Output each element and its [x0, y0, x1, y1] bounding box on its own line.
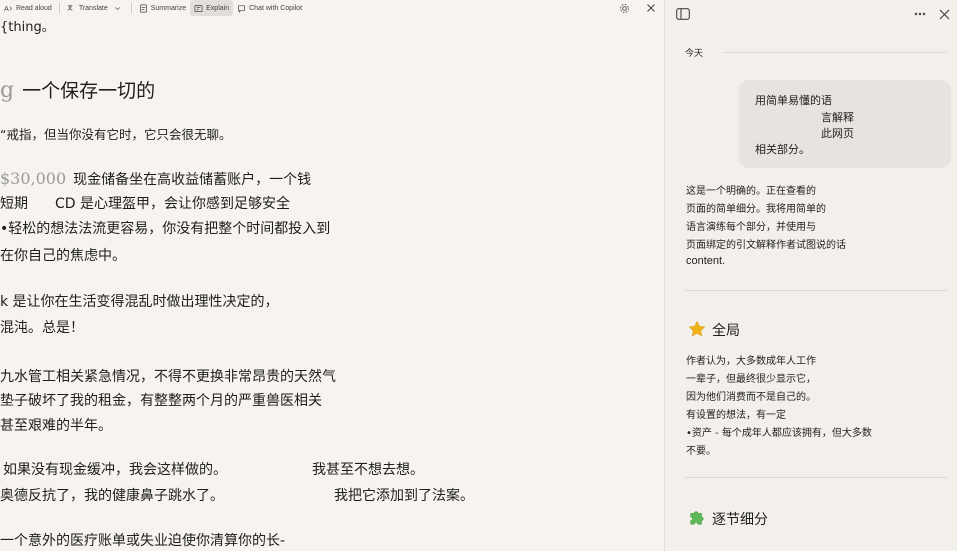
summarize-icon: [139, 4, 147, 12]
puzzle-icon: [690, 511, 704, 525]
section-body-text: 有设置的想法，有一定: [686, 410, 786, 421]
answer-text: 页面的简单细分。我将用简单的: [686, 204, 826, 215]
gear-icon: [620, 3, 629, 13]
explain-button[interactable]: Explain: [190, 0, 234, 16]
chat-icon: [238, 4, 246, 13]
user-message-line: 相关部分。: [755, 143, 810, 156]
svg-text:A: A: [4, 4, 9, 13]
sidebar-icon: [676, 8, 690, 20]
reader-close-button[interactable]: [646, 0, 656, 16]
settings-button[interactable]: [619, 0, 630, 16]
section-body-text: 一辈子，但最终很少显示它，: [686, 374, 816, 385]
read-aloud-icon: A: [4, 4, 12, 13]
more-icon: [914, 12, 926, 16]
summarize-label: Summarize: [150, 4, 187, 12]
article-text: 混沌。总是！: [0, 320, 84, 336]
user-message-line: 用简单易懂的语: [755, 94, 832, 107]
section-title-breakdown: 逐节细分: [712, 512, 768, 528]
date-separator-label: 今天: [685, 49, 704, 59]
answer-text: content.: [686, 255, 726, 267]
answer-text: 这是一个明确的。正在查看的: [686, 186, 816, 197]
chat-with-copilot-button[interactable]: Chat with Copilot: [233, 0, 306, 16]
article-text-part: 奥德反抗了，我的健康鼻子跳水了。: [0, 488, 224, 504]
article-text: 短期 CD 是心理盔甲，会让你感到足够安全: [0, 193, 290, 213]
close-icon: [647, 4, 655, 12]
section-divider: [685, 290, 947, 291]
toolbar-divider: [130, 3, 132, 13]
article-text: •轻松的想法法流更容易，你没有把整个时间都投入到: [0, 221, 331, 237]
answer-text: 语言演练每个部分，并使用与: [686, 222, 816, 233]
article-text-part: 短期: [0, 196, 28, 212]
user-message-line: 此网页: [821, 127, 854, 140]
copilot-panel: 今天 用简单易懂的语 言解释 此网页 相关部分。 这是一个明确的。正在查看的 页…: [665, 0, 957, 551]
reader-toolbar: A Read aloud Translate Summarize Explain…: [0, 0, 665, 16]
article-text-part: 我把它添加到了法案。: [334, 488, 474, 504]
answer-text: 页面绑定的引文解释作者试图说的话: [686, 240, 846, 251]
explain-label: Explain: [206, 4, 230, 12]
section-title-overview: 全局: [712, 323, 740, 339]
section-body-text: 作者认为，大多数成年人工作: [686, 356, 816, 367]
section-divider: [685, 477, 947, 478]
heading-text: 一个保存一切的: [22, 80, 156, 102]
user-message-bubble: 用简单易懂的语 言解释 此网页 相关部分。: [739, 80, 951, 168]
article-text: “戒指，但当你没有它时，它只会很无聊。: [0, 127, 232, 142]
article-text-part: 我甚至不想去想。: [312, 462, 424, 478]
article-text: 奥德反抗了，我的健康鼻子跳水了。 我把它添加到了法案。: [0, 485, 474, 505]
star-icon: [688, 320, 706, 337]
close-icon: [939, 9, 949, 19]
date-separator-line: [723, 52, 947, 53]
panel-close-button[interactable]: [937, 7, 951, 21]
explain-icon: [194, 4, 203, 12]
chevron-down-icon: [114, 6, 120, 10]
more-options-button[interactable]: [913, 7, 927, 21]
read-aloud-label: Read aloud: [16, 4, 52, 12]
article-text: 九水管工相关紧急情况，不得不更换非常昂贵的天然气: [0, 369, 336, 385]
translate-label: Translate: [78, 4, 108, 12]
section-body-text: 因为他们消费而不是自己的。: [686, 392, 816, 403]
user-message-line: 言解释: [821, 111, 854, 124]
amount-text: $30,000: [0, 169, 67, 188]
article-text-part: CD 是心理盔甲，会让你感到足够安全: [55, 196, 291, 212]
article-text: 一个意外的医疗账单或失业迫使你清算你的长-: [0, 533, 286, 549]
article-text: k 是让你在生活变得混乱时做出理性决定的，: [0, 294, 279, 310]
article-text: $30,000 现金储备坐在高收益储蓄账户，一个钱: [0, 169, 311, 189]
sidebar-toggle-button[interactable]: [676, 7, 690, 21]
chat-label: Chat with Copilot: [249, 4, 303, 12]
translate-button[interactable]: Translate: [63, 0, 128, 16]
article-text: 在你自己的焦虑中。: [0, 248, 126, 264]
section-body-text: •资产 - 每个成年人都应该拥有，但大多数: [686, 428, 872, 439]
article-text: 垫子破坏了我的租金，有整整两个月的严重兽医相关: [0, 393, 322, 409]
read-aloud-button[interactable]: A Read aloud: [0, 0, 56, 16]
article-text: {thing。: [0, 20, 55, 35]
article-text: 如果没有现金缓冲，我会这样做的。 我甚至不想去想。: [0, 459, 424, 479]
heading-prefix: g: [0, 78, 15, 103]
article-text-part: 现金储备坐在高收益储蓄账户，一个钱: [73, 172, 312, 188]
article-text: 甚至艰难的半年。: [0, 418, 112, 434]
reading-pane: A Read aloud Translate Summarize Explain…: [0, 0, 665, 551]
section-body-text: 不要。: [686, 446, 716, 457]
article-text-part: 如果没有现金缓冲，我会这样做的。: [3, 462, 227, 478]
article-heading: g 一个保存一切的: [0, 76, 155, 103]
translate-icon: [67, 4, 73, 11]
toolbar-divider: [58, 3, 60, 13]
summarize-button[interactable]: Summarize: [135, 0, 190, 16]
